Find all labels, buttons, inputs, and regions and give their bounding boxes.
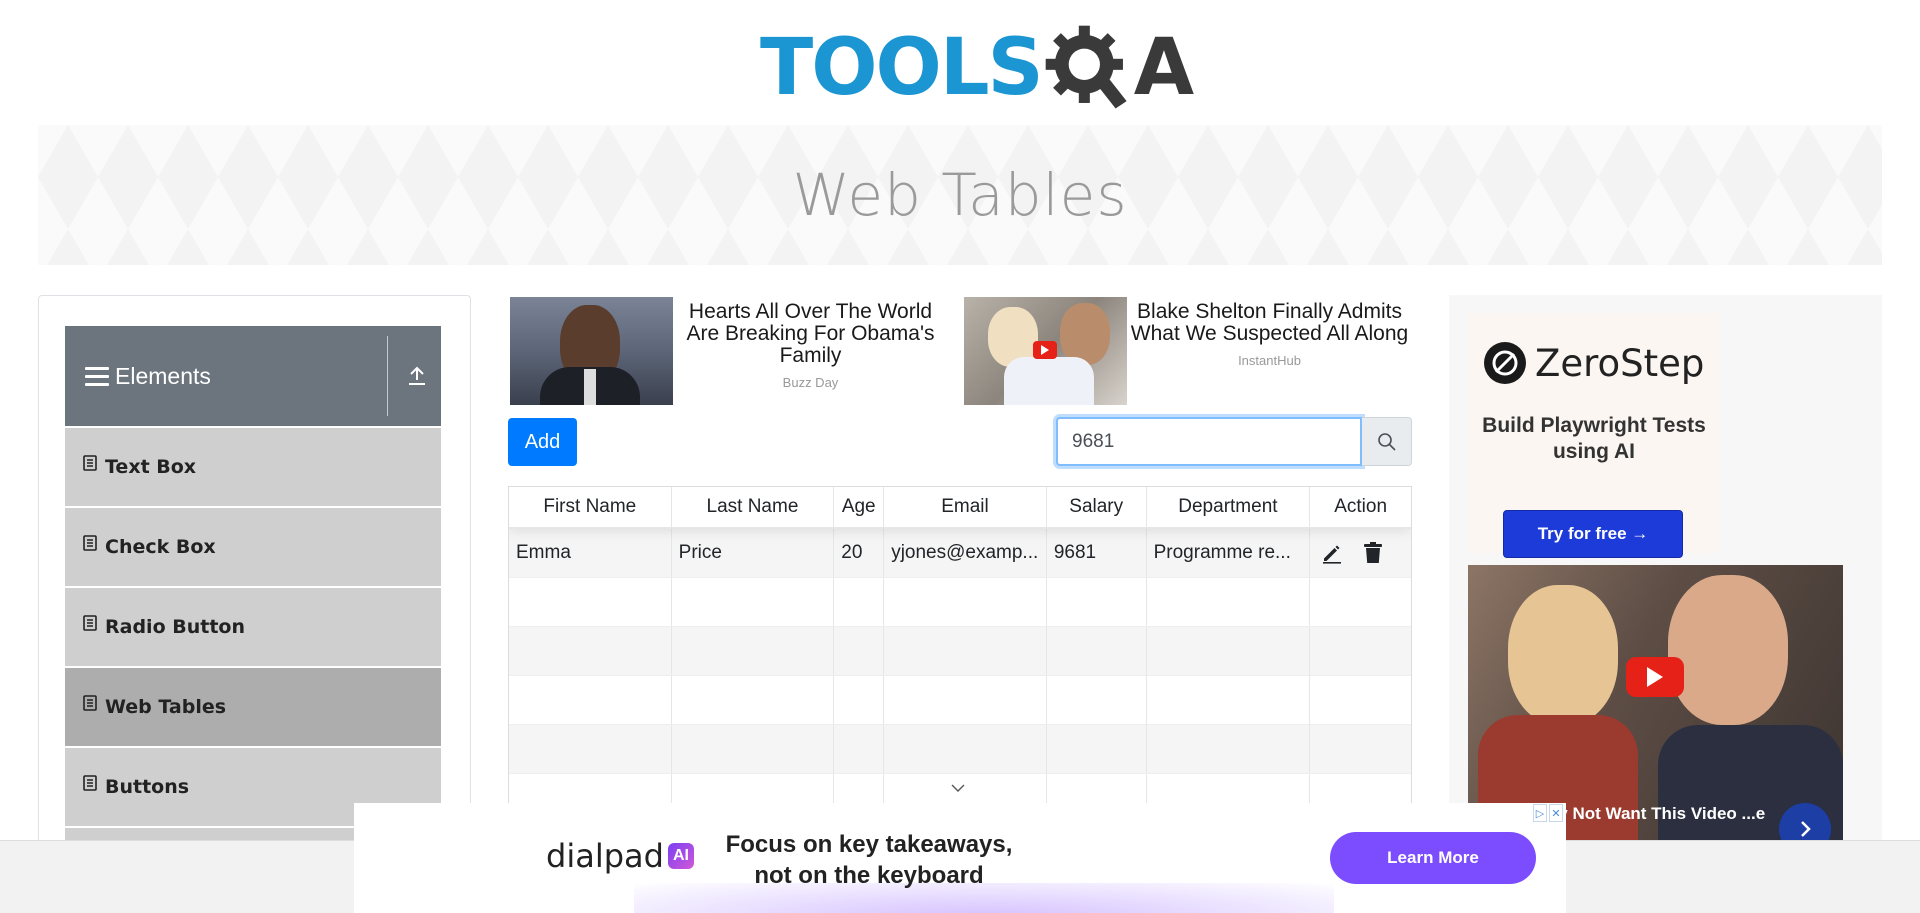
zerostep-ad[interactable]: ZeroStep Build Playwright Tests using AI… — [1469, 313, 1719, 558]
try-for-free-button[interactable]: Try for free → — [1503, 510, 1683, 558]
zerostep-tagline: Build Playwright Tests using AI — [1482, 414, 1706, 463]
cell-department: Programme re... — [1147, 529, 1311, 577]
chevron-right-icon — [1801, 821, 1811, 837]
sidebar-item-check-box[interactable]: Check Box — [65, 508, 441, 586]
zerostep-logo-icon — [1484, 342, 1526, 384]
collapse-arrow-icon[interactable] — [405, 364, 429, 388]
cell-salary: 9681 — [1047, 529, 1147, 577]
ad-image — [510, 297, 673, 405]
search-button[interactable] — [1362, 417, 1412, 466]
hamburger-icon — [85, 366, 109, 386]
table-row-empty — [509, 725, 1411, 774]
video-ad[interactable]: Hillary May Not Want This Video ...e Rou… — [1468, 565, 1843, 840]
play-icon[interactable] — [1033, 341, 1057, 359]
ad-source: Buzz Day — [782, 375, 839, 390]
sidebar-item-label: Buttons — [105, 776, 190, 798]
column-header[interactable]: Salary — [1047, 487, 1147, 527]
ad-image — [964, 297, 1127, 405]
sidebar-group-title: Elements — [115, 362, 211, 389]
sidebar-item-label: Text Box — [105, 456, 197, 478]
table-row-empty — [509, 676, 1411, 725]
search-icon — [1377, 432, 1396, 451]
column-header[interactable]: First Name — [509, 487, 672, 527]
cell-email: yjones@examp... — [884, 529, 1047, 577]
document-icon — [83, 775, 97, 791]
ad-card-shelton[interactable]: Blake Shelton Finally Admits What We Sus… — [964, 297, 1412, 407]
sidebar-item-radio-button[interactable]: Radio Button — [65, 588, 441, 666]
dialpad-logo: dialpad AI — [546, 837, 694, 875]
sidebar-item-label: Radio Button — [105, 616, 245, 638]
learn-more-button[interactable]: Learn More — [1330, 832, 1536, 884]
sidebar-item-text-box[interactable]: Text Box — [65, 428, 441, 506]
document-icon — [83, 695, 97, 711]
cell-last-name: Price — [672, 529, 835, 577]
page-banner: Web Tables — [38, 125, 1882, 265]
ad-text: Blake Shelton Finally Admits What We Sus… — [1127, 297, 1412, 407]
column-header[interactable]: Department — [1147, 487, 1311, 527]
logo-qa: A — [1042, 22, 1194, 114]
table-row: Emma Price 20 yjones@examp... 9681 Progr… — [509, 529, 1411, 578]
sidebar-group-elements[interactable]: Elements — [65, 326, 441, 426]
adchoices[interactable]: ▷ ✕ — [1533, 804, 1563, 824]
table-header: First Name Last Name Age Email Salary De… — [509, 487, 1411, 529]
zerostep-logo: ZeroStep — [1483, 341, 1704, 385]
page: TOOLS A Web Tables Elements Text Box Che… — [0, 0, 1920, 913]
close-ad-icon[interactable]: ✕ — [1549, 804, 1563, 822]
play-icon[interactable] — [1626, 657, 1684, 697]
sidebar-item-label: Web Tables — [105, 696, 227, 718]
adchoices-icon[interactable]: ▷ — [1533, 804, 1547, 822]
dialpad-wordmark: dialpad — [546, 837, 664, 875]
column-header[interactable]: Last Name — [672, 487, 835, 527]
cell-first-name: Emma — [509, 529, 672, 577]
ad-text: Hearts All Over The World Are Breaking F… — [673, 297, 948, 407]
dialpad-ai-badge: AI — [667, 843, 694, 869]
edit-pencil-icon[interactable] — [1320, 541, 1344, 565]
add-button[interactable]: Add — [508, 418, 577, 466]
sidebar-item-label: Check Box — [105, 536, 216, 558]
document-icon — [83, 535, 97, 551]
dialpad-ad[interactable]: ▷ ✕ dialpad AI Focus on key takeaways, n… — [354, 803, 1566, 913]
ad-source: InstantHub — [1238, 353, 1301, 368]
logo-a-letter: A — [1133, 23, 1195, 113]
ad-card-obama[interactable]: Hearts All Over The World Are Breaking F… — [510, 297, 948, 407]
header-divider — [387, 336, 388, 416]
web-table: First Name Last Name Age Email Salary De… — [508, 486, 1412, 806]
ad-headline: Focus on key takeaways, not on the keybo… — [725, 831, 1013, 889]
table-row-empty — [509, 578, 1411, 627]
document-icon — [83, 455, 97, 471]
column-header: Action — [1334, 496, 1388, 517]
search-box — [1056, 417, 1412, 466]
cell-age: 20 — [834, 529, 885, 577]
table-row-empty — [509, 627, 1411, 676]
delete-trash-icon[interactable] — [1362, 541, 1384, 565]
sidebar-item-web-tables[interactable]: Web Tables — [65, 668, 441, 746]
column-header[interactable]: Age — [834, 487, 885, 527]
toolsqa-logo[interactable]: TOOLS A — [760, 18, 1194, 118]
search-input[interactable] — [1056, 417, 1362, 466]
ad-title: Hearts All Over The World Are Breaking F… — [686, 300, 935, 367]
gear-magnifier-icon — [1045, 25, 1127, 109]
chevron-down-icon[interactable] — [950, 782, 966, 794]
document-icon — [83, 615, 97, 631]
column-header[interactable]: Email — [884, 487, 1047, 527]
cell-actions — [1310, 529, 1411, 577]
logo-tools-text: TOOLS — [760, 23, 1044, 113]
page-title: Web Tables — [792, 161, 1128, 229]
right-ad: ZeroStep Build Playwright Tests using AI… — [1449, 295, 1882, 840]
ad-title: Blake Shelton Finally Admits What We Sus… — [1130, 300, 1409, 345]
zerostep-brand: ZeroStep — [1535, 341, 1705, 385]
